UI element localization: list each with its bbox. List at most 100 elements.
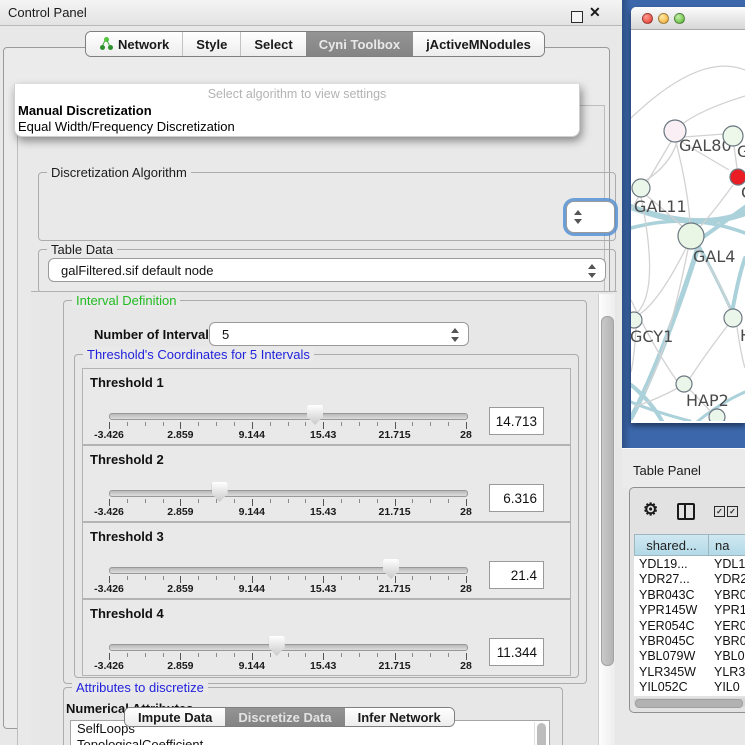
network-node[interactable] <box>724 309 742 327</box>
table-data-combobox[interactable]: galFiltered.sif default node <box>48 258 606 282</box>
checkbox-icon[interactable]: ✓ <box>714 506 725 517</box>
network-node-label: GAL4 <box>693 247 735 266</box>
group-title: Attributes to discretize <box>72 680 208 695</box>
column-layout-icon[interactable] <box>677 503 695 520</box>
thresholds-group: Threshold's Coordinates for 5 Intervals … <box>74 354 579 678</box>
network-node[interactable] <box>676 376 692 392</box>
minimize-traffic-light-icon[interactable] <box>658 13 669 24</box>
slider-track[interactable] <box>109 644 468 651</box>
threshold-value-field[interactable]: 11.344 <box>489 638 544 666</box>
table-row[interactable]: YBL079WYBL0 <box>634 649 745 664</box>
network-icon <box>99 37 113 51</box>
network-window-titlebar <box>631 7 745 30</box>
slider-scale-labels: -3.4262.8599.14415.4321.71528 <box>109 506 466 518</box>
column-header-name[interactable]: na <box>708 534 745 556</box>
number-of-intervals-value: 5 <box>222 327 229 342</box>
stepper-arrows-icon <box>451 328 460 342</box>
slider-ticks <box>109 652 466 660</box>
slider-track[interactable] <box>109 490 468 497</box>
table-row[interactable]: YPR145WYPR1 <box>634 603 745 618</box>
threshold-value-field[interactable]: 14.713 <box>489 407 544 435</box>
scrollbar-thumb[interactable] <box>601 316 614 666</box>
network-node-label: C <box>741 183 745 202</box>
tab-network[interactable]: Network <box>86 32 182 56</box>
table-row[interactable]: YBR043CYBR0 <box>634 588 745 603</box>
scrollbar-thumb[interactable] <box>635 699 743 708</box>
slider-track[interactable] <box>109 567 468 574</box>
table-row[interactable]: YLR345WYLR3 <box>634 665 745 680</box>
tab-label: Network <box>118 37 169 52</box>
column-header-shared-name[interactable]: shared... <box>634 534 709 556</box>
table-panel-header: Table Panel <box>622 448 745 488</box>
panel-title: Control Panel <box>8 5 87 20</box>
scrollbar-thumb[interactable] <box>537 723 546 745</box>
table-header-row: shared... na <box>634 534 745 557</box>
node-attribute-table: shared... na YDL19...YDL1YDR27...YDR2YBR… <box>634 534 745 696</box>
network-node[interactable] <box>631 312 642 328</box>
popup-option-equal-width-frequency[interactable]: Equal Width/Frequency Discretization <box>18 119 568 134</box>
tab-select[interactable]: Select <box>240 32 305 56</box>
slider-ticks <box>109 498 466 506</box>
number-of-intervals-combobox[interactable]: 5 <box>209 322 469 346</box>
popup-option-manual-discretization[interactable]: Manual Discretization <box>18 103 568 118</box>
table-data-group: Table Data galFiltered.sif default node <box>38 249 616 293</box>
zoom-traffic-light-icon[interactable] <box>674 13 685 24</box>
algorithm-dropdown-popup: Select algorithm to view settings Manual… <box>14 84 580 137</box>
tab-impute-data[interactable]: Impute Data <box>125 708 225 726</box>
threshold-value-field[interactable]: 6.316 <box>489 484 544 512</box>
threshold-label: Threshold 1 <box>90 375 164 390</box>
slider-track[interactable] <box>109 413 468 420</box>
network-node-label: GAL11 <box>634 197 687 216</box>
list-scrollbar[interactable] <box>534 722 548 745</box>
close-traffic-light-icon[interactable] <box>642 13 653 24</box>
number-of-intervals-label: Number of Intervals <box>94 327 216 342</box>
group-title: Table Data <box>47 242 117 257</box>
tab-label: Style <box>196 37 227 52</box>
network-node[interactable] <box>632 179 650 197</box>
tab-discretize-data[interactable]: Discretize Data <box>225 708 344 726</box>
threshold-2-panel: Threshold 2 -3.4262.8599.14415.4321.7152… <box>82 445 571 522</box>
horizontal-scrollbar[interactable] <box>634 698 745 707</box>
table-row[interactable]: YIL052CYIL0 <box>634 680 745 695</box>
stepper-arrows-icon <box>588 264 597 278</box>
discretization-algorithm-group: Discretization Algorithm <box>38 172 616 241</box>
tab-cyni-toolbox[interactable]: Cyni Toolbox <box>306 32 413 56</box>
network-node-label: GCY1 <box>631 327 673 346</box>
tab-jactivemnodules[interactable]: jActiveMNodules <box>413 32 544 56</box>
threshold-4-panel: Threshold 4 -3.4262.8599.14415.4321.7152… <box>82 599 571 676</box>
algorithm-combobox[interactable] <box>566 201 615 233</box>
table-row[interactable]: YBR045CYBR0 <box>634 634 745 649</box>
stepper-arrows-icon <box>574 210 583 224</box>
table-panel: ⚙ ✓ ✓ shared... na YDL19...YDL1YDR27...Y… <box>629 487 745 713</box>
slider-scale-labels: -3.4262.8599.14415.4321.71528 <box>109 660 466 672</box>
float-window-icon[interactable] <box>571 11 583 23</box>
checkbox-icon[interactable]: ✓ <box>727 506 738 517</box>
table-row[interactable]: YER054CYER0 <box>634 619 745 634</box>
table-row[interactable]: YDR27...YDR2 <box>634 572 745 587</box>
network-node-label: HAP2 <box>686 391 729 410</box>
panel-scrollbar[interactable] <box>598 294 615 745</box>
tab-label: Select <box>254 37 292 52</box>
gear-icon[interactable]: ⚙ <box>643 501 658 518</box>
discretize-data-pane: Discretization Algorithm Table Data galF… <box>17 105 605 745</box>
slider-ticks <box>109 421 466 429</box>
close-icon[interactable]: ✕ <box>589 4 601 21</box>
slider-scale-labels: -3.4262.8599.14415.4321.71528 <box>109 583 466 595</box>
threshold-label: Threshold 2 <box>90 452 164 467</box>
tab-label: Impute Data <box>138 710 212 725</box>
network-node[interactable] <box>678 223 704 249</box>
table-panel-title: Table Panel <box>633 463 701 478</box>
tab-style[interactable]: Style <box>182 32 240 56</box>
bottom-tab-bar: Impute Data Discretize Data Infer Networ… <box>124 707 455 727</box>
group-title: Threshold's Coordinates for 5 Intervals <box>83 347 314 362</box>
list-item[interactable]: TopologicalCoefficient <box>71 737 549 745</box>
tab-infer-network[interactable]: Infer Network <box>345 708 454 726</box>
threshold-value-field[interactable]: 21.4 <box>489 561 544 589</box>
network-canvas[interactable]: GAL80GCGAL11GAL4GCY1HHAP2 <box>631 29 745 421</box>
application-window: Control Panel ✕ Network Style Select Cyn… <box>0 0 745 745</box>
threshold-label: Threshold 3 <box>90 529 164 544</box>
cyni-toolbox-panel: Discretization Algorithm Table Data galF… <box>3 47 610 729</box>
tab-label: Infer Network <box>358 710 441 725</box>
table-row[interactable]: YDL19...YDL1 <box>634 557 745 572</box>
network-node[interactable] <box>709 409 725 421</box>
